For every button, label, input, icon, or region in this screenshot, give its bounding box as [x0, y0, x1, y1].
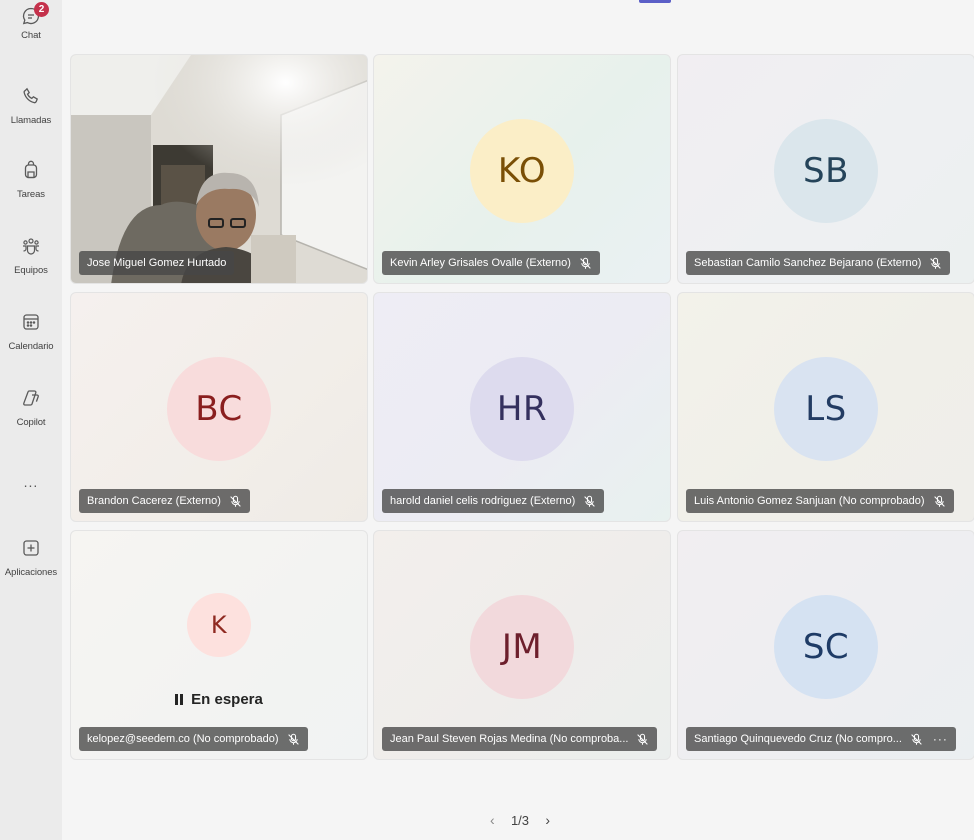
mic-off-icon — [584, 495, 596, 507]
sidebar-more-button[interactable]: ... — [0, 474, 62, 490]
participant-more-button[interactable]: ··· — [933, 732, 948, 746]
sidebar-item-label: Aplicaciones — [4, 567, 58, 578]
mic-off-icon — [637, 733, 649, 745]
copilot-icon — [21, 388, 41, 413]
backpack-icon — [21, 160, 41, 185]
mic-off-icon — [933, 495, 945, 507]
participant-tile[interactable]: JM Jean Paul Steven Rojas Medina (No com… — [373, 530, 671, 760]
phone-icon — [21, 86, 41, 111]
participant-avatar: LS — [774, 357, 878, 461]
participant-name: Sebastian Camilo Sanchez Bejarano (Exter… — [694, 257, 922, 269]
sidebar-item-label: Copilot — [16, 417, 46, 428]
participant-tile[interactable]: SC Santiago Quinquevedo Cruz (No compro.… — [677, 530, 974, 760]
participant-name: Luis Antonio Gomez Sanjuan (No comprobad… — [694, 495, 925, 507]
participant-name: Jose Miguel Gomez Hurtado — [87, 257, 227, 269]
participant-tile[interactable]: KO Kevin Arley Grisales Ovalle (Externo) — [373, 54, 671, 284]
add-app-icon — [21, 538, 41, 563]
participant-tile[interactable]: SB Sebastian Camilo Sanchez Bejarano (Ex… — [677, 54, 974, 284]
mic-off-icon — [230, 495, 241, 507]
pause-icon — [175, 691, 191, 708]
participant-video-feed — [71, 55, 367, 283]
participant-name: Santiago Quinquevedo Cruz (No compro... — [694, 733, 902, 745]
participant-avatar: K — [187, 593, 251, 657]
participant-tile[interactable]: BC Brandon Cacerez (Externo) — [70, 292, 368, 522]
sidebar-item-label: Equipos — [14, 265, 48, 276]
on-hold-status: En espera — [71, 691, 367, 708]
teams-meeting-window: 2 Chat Llamadas Tareas Equipos Calendari… — [0, 0, 974, 840]
sidebar-item-apps[interactable]: Aplicaciones — [0, 538, 62, 578]
sidebar-item-calendar[interactable]: Calendario — [0, 312, 62, 352]
page-indicator: 1/3 — [510, 812, 530, 828]
mic-off-icon — [580, 257, 591, 269]
previous-page-button[interactable]: ‹ — [490, 812, 495, 828]
participant-name-tag: Luis Antonio Gomez Sanjuan (No comprobad… — [686, 489, 954, 513]
participant-avatar: JM — [470, 595, 574, 699]
mic-off-icon — [287, 733, 299, 745]
participant-avatar: BC — [167, 357, 271, 461]
chat-badge: 2 — [34, 2, 49, 17]
active-tab-indicator — [639, 0, 671, 3]
sidebar-item-label: Calendario — [8, 341, 54, 352]
sidebar-item-calls[interactable]: Llamadas — [0, 86, 62, 126]
participant-tile-video[interactable]: Jose Miguel Gomez Hurtado — [70, 54, 368, 284]
participant-avatar: SC — [774, 595, 878, 699]
participant-name-tag: Jose Miguel Gomez Hurtado — [79, 251, 235, 275]
participant-name: Brandon Cacerez (Externo) — [87, 495, 221, 507]
people-group-icon — [21, 236, 41, 261]
participant-name: harold daniel celis rodriguez (Externo) — [390, 495, 576, 507]
participant-name-tag: Kevin Arley Grisales Ovalle (Externo) — [382, 251, 600, 275]
participant-name-tag: harold daniel celis rodriguez (Externo) — [382, 489, 605, 513]
app-sidebar: 2 Chat Llamadas Tareas Equipos Calendari… — [0, 0, 62, 840]
participant-tile[interactable]: LS Luis Antonio Gomez Sanjuan (No compro… — [677, 292, 974, 522]
meeting-top-strip — [62, 0, 974, 44]
pagination: ‹ 1/3 › — [490, 812, 550, 828]
participant-name-tag: Jean Paul Steven Rojas Medina (No compro… — [382, 727, 658, 751]
sidebar-item-copilot[interactable]: Copilot — [0, 388, 62, 428]
participant-tile[interactable]: K En espera kelopez@seedem.co (No compro… — [70, 530, 368, 760]
sidebar-item-teams[interactable]: Equipos — [0, 236, 62, 276]
participant-name: kelopez@seedem.co (No comprobado) — [87, 733, 279, 745]
participant-name-tag: kelopez@seedem.co (No comprobado) — [79, 727, 308, 751]
sidebar-item-chat[interactable]: 2 Chat — [0, 2, 62, 41]
sidebar-item-label: Tareas — [17, 189, 45, 200]
participant-tile[interactable]: HR harold daniel celis rodriguez (Extern… — [373, 292, 671, 522]
participant-name: Kevin Arley Grisales Ovalle (Externo) — [390, 257, 571, 269]
sidebar-item-label: Chat — [21, 30, 41, 41]
mic-off-icon — [930, 257, 942, 269]
on-hold-label: En espera — [191, 691, 263, 708]
more-options-icon: ... — [23, 474, 39, 490]
participant-avatar: SB — [774, 119, 878, 223]
participant-avatar: KO — [470, 119, 574, 223]
next-page-button[interactable]: › — [545, 812, 550, 828]
participant-name-tag: Brandon Cacerez (Externo) — [79, 489, 250, 513]
sidebar-item-label: Llamadas — [10, 115, 52, 126]
participant-name-tag: Sebastian Camilo Sanchez Bejarano (Exter… — [686, 251, 951, 275]
participant-name: Jean Paul Steven Rojas Medina (No compro… — [390, 733, 629, 745]
participant-avatar: HR — [470, 357, 574, 461]
calendar-icon — [21, 312, 41, 337]
sidebar-item-tasks[interactable]: Tareas — [0, 160, 62, 200]
participant-name-tag: Santiago Quinquevedo Cruz (No compro... … — [686, 727, 956, 751]
mic-off-icon — [911, 733, 922, 745]
